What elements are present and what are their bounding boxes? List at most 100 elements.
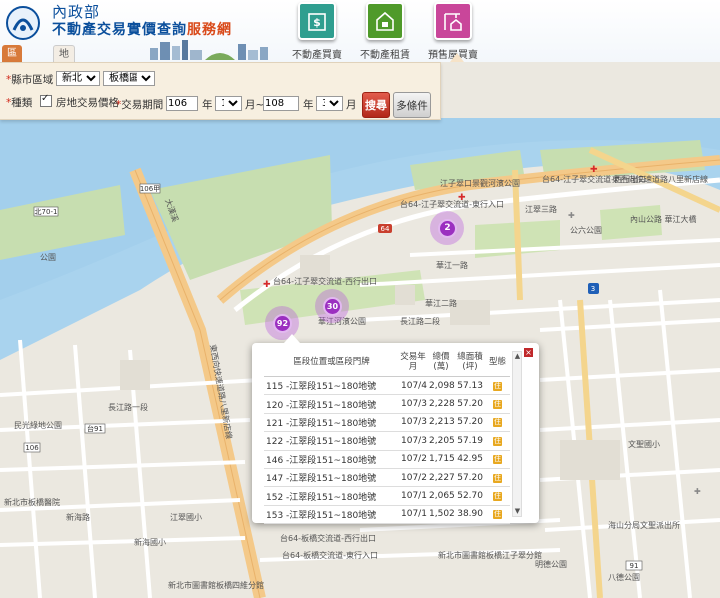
table-row[interactable]: 146 -江翠段151~180地號 107/2 1,715 42.95 住: [264, 450, 510, 469]
top-nav: $ 不動產買賣 不動產租賃 預售屋買賣: [286, 2, 496, 61]
scroll-down-icon[interactable]: ▼: [514, 508, 521, 515]
map-label-riverside-park: 江子翠口景觀河濱公園: [440, 178, 520, 188]
cell-area: 42.95: [455, 450, 485, 469]
map-label-hospital: 新北市板橋醫院: [4, 497, 60, 507]
cell-address: 152 -江翠段151~180地號: [264, 486, 399, 506]
svg-text:✚: ✚: [590, 165, 598, 175]
col-header-address[interactable]: 區段位置或區段門牌: [264, 348, 399, 377]
cell-price: 2,065: [427, 486, 455, 506]
tab-area-query[interactable]: 區域查詢: [2, 45, 22, 110]
cell-area: 57.19: [455, 431, 485, 451]
type-label: *種類: [6, 97, 33, 109]
cell-yearmonth: 107/2: [399, 450, 427, 469]
col-header-yearmonth[interactable]: 交易年月: [399, 348, 427, 377]
to-year-input[interactable]: [263, 96, 299, 111]
more-conditions-button[interactable]: 多條件: [393, 92, 431, 118]
from-year-unit: 年: [202, 99, 213, 111]
residential-tag-icon[interactable]: 住: [493, 455, 502, 465]
table-row[interactable]: 153 -江翠段151~180地號 107/1 1,502 38.90 住: [264, 505, 510, 525]
svg-text:✚: ✚: [568, 211, 575, 220]
table-row[interactable]: 122 -江翠段151~180地號 107/3 2,205 57.19 住: [264, 431, 510, 451]
search-button[interactable]: 搜尋: [362, 92, 390, 118]
road-shield-3: 3: [588, 283, 599, 294]
crane-house-icon: [434, 2, 472, 40]
active-nav-pointer: [450, 53, 464, 62]
district-select[interactable]: 板橋區: [103, 71, 155, 86]
type-checkbox[interactable]: [40, 93, 52, 107]
cell-price: 1,715: [427, 450, 455, 469]
nav-sale[interactable]: $ 不動產買賣: [286, 2, 348, 61]
popup-pointer: [284, 334, 300, 343]
road-shield-91: 91: [625, 560, 643, 571]
cell-price: 2,098: [427, 376, 455, 396]
cell-area: 52.70: [455, 486, 485, 506]
cell-area: 57.13: [455, 376, 485, 396]
residential-tag-icon[interactable]: 住: [493, 400, 502, 410]
table-row[interactable]: 120 -江翠段151~180地號 107/3 2,228 57.20 住: [264, 394, 510, 414]
road-shield-64: 64: [378, 224, 392, 233]
svg-text:106甲: 106甲: [140, 185, 160, 193]
map-label-wenhua-school: 文聖國小: [628, 439, 660, 449]
tab-landmark-query[interactable]: 地標查詢: [53, 45, 75, 111]
skyline-decoration: [150, 40, 268, 60]
to-year-unit: 年: [303, 99, 314, 111]
table-row[interactable]: 121 -江翠段151~180地號 107/3 2,213 57.20 住: [264, 413, 510, 433]
cell-price: 1,502: [427, 505, 455, 525]
map-label-ramp-east: 台64-江子翠交流道-東行入口: [400, 199, 504, 209]
house-rent-icon: [366, 2, 404, 40]
cell-area: 57.20: [455, 394, 485, 414]
nav-sale-label: 不動產買賣: [292, 50, 342, 61]
from-month-select[interactable]: 1: [215, 96, 242, 111]
svg-text:✚: ✚: [694, 487, 701, 496]
svg-text:✚: ✚: [458, 193, 466, 203]
table-row[interactable]: 152 -江翠段151~180地號 107/1 2,065 52.70 住: [264, 486, 510, 506]
period-label: *交易期間: [116, 99, 164, 111]
svg-text:91: 91: [630, 562, 639, 570]
residential-tag-icon[interactable]: 住: [493, 510, 502, 520]
table-row[interactable]: 147 -江翠段151~180地號 107/2 2,227 57.20 住: [264, 468, 510, 488]
cell-address: 121 -江翠段151~180地號: [264, 413, 399, 433]
cell-price: 2,213: [427, 413, 455, 433]
map-label-huajiang-1st: 華江一路: [436, 260, 468, 270]
city-select[interactable]: 新北市: [56, 71, 100, 86]
col-header-price[interactable]: 總價(萬): [427, 348, 455, 377]
building-dollar-icon: $: [298, 2, 336, 40]
scroll-up-icon[interactable]: ▲: [514, 353, 521, 360]
cluster-marker-30[interactable]: 30: [315, 289, 349, 323]
table-row[interactable]: 115 -江翠段151~180地號 107/4 2,098 57.13 住: [264, 376, 510, 396]
cell-yearmonth: 107/3: [399, 413, 427, 433]
nav-rent[interactable]: 不動產租賃: [354, 2, 416, 61]
to-month-select[interactable]: 3: [316, 96, 343, 111]
map-label-jiangcui-3rd: 江翠三路: [525, 204, 557, 214]
nav-rent-label: 不動產租賃: [360, 50, 410, 61]
table-header-row: 區段位置或區段門牌 交易年月 總價(萬) 總面積(坪) 型態: [264, 348, 510, 377]
cell-yearmonth: 107/3: [399, 431, 427, 451]
map-label-park-8: 八德公園: [608, 572, 640, 582]
cluster-marker-2[interactable]: 2: [430, 211, 464, 245]
col-header-type[interactable]: 型態: [485, 348, 510, 377]
residential-tag-icon[interactable]: 住: [493, 381, 502, 391]
cell-price: 2,205: [427, 431, 455, 451]
col-header-area[interactable]: 總面積(坪): [455, 348, 485, 377]
residential-tag-icon[interactable]: 住: [493, 436, 502, 446]
site-title-accent: 服務網: [187, 22, 232, 38]
map-label-police: 海山分局文聖派出所: [608, 520, 680, 530]
city-label: *縣市區域: [6, 74, 54, 86]
map-label-library2: 新北市圖書館板橋四維分館: [168, 580, 264, 590]
residential-tag-icon[interactable]: 住: [493, 418, 502, 428]
close-icon[interactable]: ×: [524, 348, 533, 357]
svg-text:64: 64: [381, 225, 390, 233]
map-label-bridge-ramp-east: 台64-板橋交流道-東行入口: [282, 550, 378, 560]
cluster-count: 30: [323, 297, 342, 316]
map-label-huajiang-2nd: 華江二路: [425, 298, 457, 308]
map-label-bridge-ramp-west: 台64-板橋交流道-西行出口: [280, 533, 376, 543]
popup-scrollbar[interactable]: ▲ ▼: [512, 351, 522, 517]
from-year-input[interactable]: [166, 96, 198, 111]
residential-tag-icon[interactable]: 住: [493, 473, 502, 483]
residential-tag-icon[interactable]: 住: [493, 492, 502, 502]
cell-address: 115 -江翠段151~180地號: [264, 376, 399, 396]
from-month-unit: 月~: [245, 99, 265, 111]
cell-address: 120 -江翠段151~180地號: [264, 394, 399, 414]
map-label-park-6: 公六公園: [570, 225, 602, 235]
site-title[interactable]: 不動產交易實價查詢服務網: [52, 19, 232, 39]
